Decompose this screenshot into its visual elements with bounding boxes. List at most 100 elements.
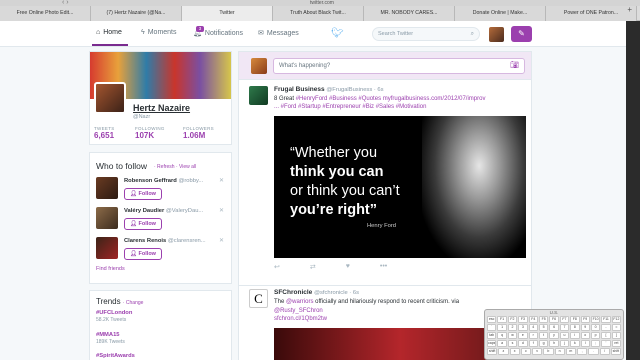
keyboard-key[interactable]: F2: [507, 316, 518, 323]
retweet-icon[interactable]: ⇄: [310, 263, 316, 271]
keyboard-key[interactable]: 6: [549, 324, 559, 331]
new-tab-icon[interactable]: +: [627, 5, 632, 14]
keyboard-key[interactable]: esc: [487, 316, 497, 323]
browser-tab[interactable]: Donate Online | Make...: [455, 6, 546, 21]
keyboard-key[interactable]: 8: [570, 324, 580, 331]
profile-name[interactable]: Hertz Nazaire: [133, 103, 190, 113]
browser-tab[interactable]: Free Online Photo Edit...: [0, 6, 91, 21]
browser-tab[interactable]: Truth About Black Twit...: [273, 6, 364, 21]
browser-nav-buttons[interactable]: ‹ ›: [62, 0, 69, 6]
keyboard-key[interactable]: `: [487, 324, 497, 331]
dismiss-icon[interactable]: ✕: [219, 237, 224, 244]
camera-icon[interactable]: 📷︎: [510, 59, 519, 73]
search-icon[interactable]: ⌕: [471, 28, 474, 40]
keyboard-key[interactable]: F9: [580, 316, 590, 323]
keyboard-key[interactable]: ': [601, 340, 611, 347]
trend-item[interactable]: #MMA15 189K Tweets: [96, 332, 125, 345]
keyboard-key[interactable]: F5: [538, 316, 549, 323]
keyboard-key[interactable]: ret: [611, 340, 622, 347]
keyboard-key[interactable]: 7: [559, 324, 570, 331]
keyboard-key[interactable]: 2: [507, 324, 518, 331]
keyboard-key[interactable]: r: [528, 332, 538, 339]
keyboard-key[interactable]: n: [554, 348, 565, 355]
suggested-user-avatar[interactable]: [96, 237, 118, 259]
keyboard-key[interactable]: F1: [497, 316, 507, 323]
keyboard-key[interactable]: t: [538, 332, 549, 339]
trend-item[interactable]: #SpiritAwards: [96, 353, 135, 359]
keyboard-key[interactable]: [: [601, 332, 611, 339]
keyboard-key[interactable]: ;: [590, 340, 601, 347]
nav-home[interactable]: ⌂ Home: [96, 29, 122, 36]
keyboard-key[interactable]: =: [611, 324, 622, 331]
keyboard-key[interactable]: tab: [487, 332, 497, 339]
keyboard-key[interactable]: b: [543, 348, 554, 355]
keyboard-key[interactable]: F10: [590, 316, 601, 323]
keyboard-key[interactable]: d: [518, 340, 528, 347]
suggested-user-name[interactable]: Robenson Geffrard @robby...: [124, 178, 203, 184]
tweet-header[interactable]: SFChronicle @sfchronicle · 6s: [274, 289, 359, 296]
address-bar[interactable]: twitter.com: [272, 0, 372, 6]
keyboard-key[interactable]: o: [580, 332, 590, 339]
profile-avatar[interactable]: [94, 82, 126, 114]
keyboard-key[interactable]: ,: [577, 348, 588, 355]
keyboard-key[interactable]: 9: [580, 324, 590, 331]
twitter-bird-icon[interactable]: 🐦︎: [331, 29, 344, 39]
nav-moments[interactable]: ϟ Moments: [141, 29, 177, 36]
reply-icon[interactable]: ↩: [274, 263, 280, 271]
keyboard-key[interactable]: F8: [570, 316, 580, 323]
compose-tweet-button[interactable]: ✎: [511, 26, 532, 42]
more-icon[interactable]: •••: [380, 263, 387, 271]
keyboard-key[interactable]: h: [549, 340, 559, 347]
keyboard-key[interactable]: w: [507, 332, 518, 339]
browser-tab[interactable]: (7) Hertz Nazaire (@Na...: [91, 6, 182, 21]
keyboard-key[interactable]: ]: [611, 332, 622, 339]
account-avatar[interactable]: [489, 27, 504, 42]
tweet[interactable]: C SFChronicle @sfchronicle · 6s The @war…: [239, 285, 531, 360]
keyboard-key[interactable]: m: [565, 348, 576, 355]
keyboard-viewer[interactable]: U.S. esc F1 F2 F3 F4 F5 F6 F7 F8 F9 F10 F11 F12 ` 1 2 3 4…: [484, 309, 624, 360]
suggested-user-name[interactable]: Valéry Daudier @ValeryDau...: [124, 208, 203, 214]
keyboard-key[interactable]: 0: [590, 324, 601, 331]
keyboard-key[interactable]: v: [532, 348, 543, 355]
dismiss-icon[interactable]: ✕: [219, 177, 224, 184]
keyboard-key[interactable]: F6: [549, 316, 559, 323]
nav-messages[interactable]: ✉ Messages: [258, 29, 299, 38]
search-input[interactable]: Search Twitter ⌕: [372, 27, 480, 41]
stat-tweets[interactable]: TWEETS 6,651: [94, 126, 115, 140]
keyboard-key[interactable]: u: [559, 332, 570, 339]
keyboard-key[interactable]: F11: [601, 316, 611, 323]
keyboard-key[interactable]: 4: [528, 324, 538, 331]
suggested-user-avatar[interactable]: [96, 207, 118, 229]
keyboard-key[interactable]: F4: [528, 316, 538, 323]
keyboard-key[interactable]: shift: [610, 348, 621, 355]
profile-handle[interactable]: @Nazr: [133, 114, 150, 120]
dismiss-icon[interactable]: ✕: [219, 207, 224, 214]
keyboard-key[interactable]: F3: [518, 316, 528, 323]
keyboard-key[interactable]: -: [601, 324, 611, 331]
keyboard-key[interactable]: q: [497, 332, 507, 339]
follow-button[interactable]: 👤︎ Follow: [124, 248, 162, 260]
tweet-avatar[interactable]: [249, 86, 268, 105]
trends-change-link[interactable]: · Change: [123, 300, 144, 306]
keyboard-key[interactable]: 5: [538, 324, 549, 331]
keyboard-key[interactable]: /: [599, 348, 610, 355]
browser-tab[interactable]: Power of ONE Patron...: [546, 6, 637, 21]
keyboard-key[interactable]: k: [570, 340, 580, 347]
keyboard-key[interactable]: 3: [518, 324, 528, 331]
tweet-image[interactable]: “Whether you think you can or think you …: [274, 116, 526, 258]
keyboard-key[interactable]: l: [580, 340, 590, 347]
trend-item[interactable]: #UFCLondon 58.2K Tweets: [96, 310, 132, 323]
like-icon[interactable]: ♥: [346, 263, 350, 271]
keyboard-key[interactable]: p: [590, 332, 601, 339]
stat-followers[interactable]: FOLLOWERS 1.06M: [183, 126, 214, 140]
keyboard-key[interactable]: .: [588, 348, 599, 355]
follow-button[interactable]: 👤︎ Follow: [124, 218, 162, 230]
keyboard-key[interactable]: i: [570, 332, 580, 339]
keyboard-key[interactable]: caps: [487, 340, 497, 347]
keyboard-key[interactable]: f: [528, 340, 538, 347]
keyboard-key[interactable]: 1: [497, 324, 507, 331]
stat-following[interactable]: FOLLOWING 107K: [135, 126, 165, 140]
keyboard-key[interactable]: e: [518, 332, 528, 339]
keyboard-key[interactable]: y: [549, 332, 559, 339]
keyboard-key[interactable]: F12: [611, 316, 622, 323]
